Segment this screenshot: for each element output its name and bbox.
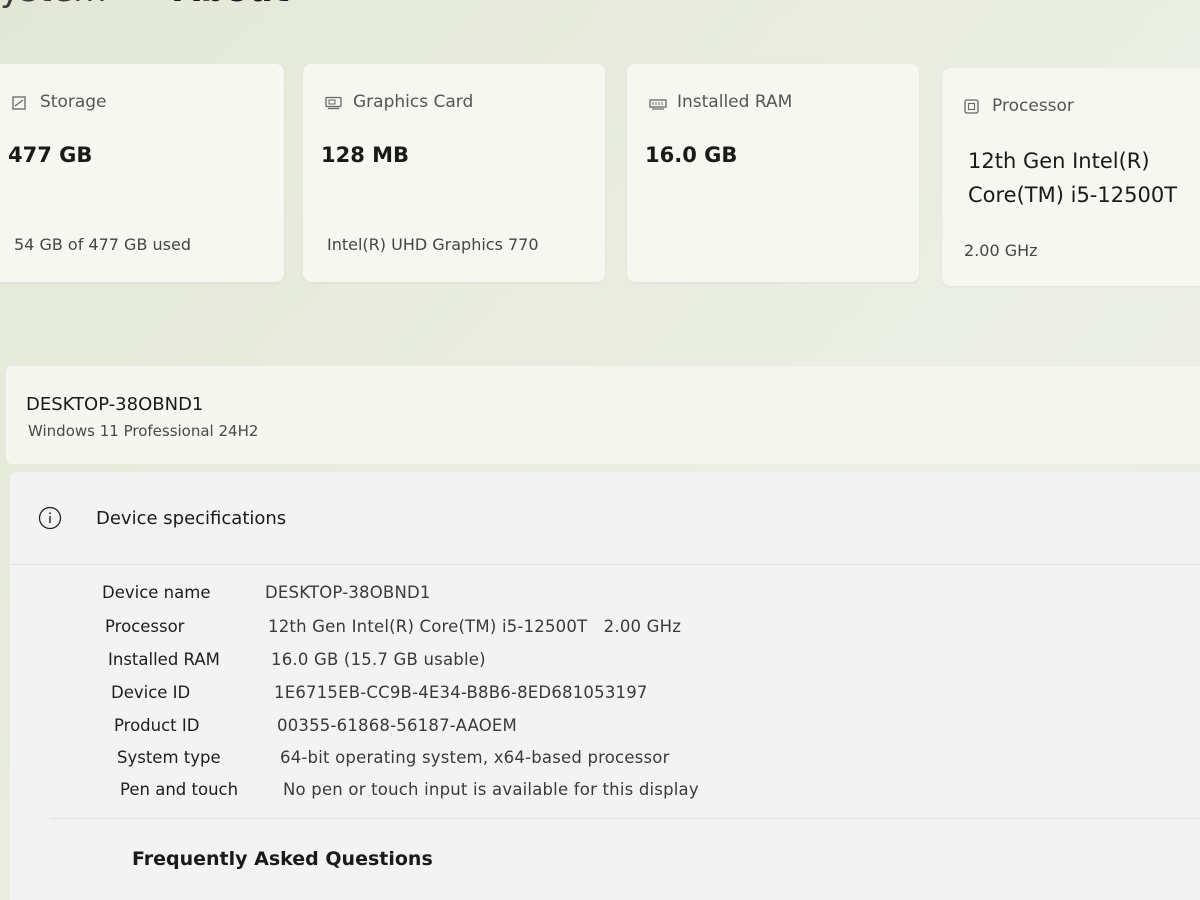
installed-ram-header: Installed RAM [649, 92, 792, 112]
spec-value: 1E6715EB-CC9B-4E34-B8B6-8ED681053197 [274, 683, 648, 702]
breadcrumb-parent[interactable]: ystem [0, 0, 107, 10]
processor-icon [964, 99, 980, 114]
spec-value: 16.0 GB (15.7 GB usable) [271, 650, 486, 669]
page-title: About [174, 0, 290, 10]
storage-card[interactable]: Storage 477 GB 54 GB of 477 GB used [0, 64, 284, 282]
processor-card[interactable]: Processor 12th Gen Intel(R) Core(TM) i5-… [942, 68, 1200, 286]
device-specifications-header[interactable]: Device specifications [10, 472, 1200, 565]
graphics-card-header: Graphics Card [325, 92, 473, 112]
processor-card-sub: 2.00 GHz [964, 241, 1038, 260]
storage-card-label: Storage [40, 92, 107, 112]
processor-card-value-line2: Core(TM) i5-12500T [968, 183, 1178, 207]
graphics-card-label: Graphics Card [353, 92, 474, 112]
spec-label: Pen and touch [120, 780, 239, 799]
spec-label: Installed RAM [108, 650, 220, 669]
spec-value: DESKTOP-38OBND1 [265, 583, 431, 602]
storage-card-header: Storage [12, 92, 107, 112]
spec-value: 12th Gen Intel(R) Core(TM) i5-12500T 2.0… [268, 617, 682, 636]
spec-label: Device name [102, 583, 211, 602]
processor-card-label: Processor [992, 96, 1074, 116]
graphics-card-sub: Intel(R) UHD Graphics 770 [327, 235, 539, 254]
spec-row-device-id: Device ID 1E6715EB-CC9B-4E34-B8B6-8ED681… [111, 683, 648, 702]
info-icon [38, 506, 62, 530]
spec-label: Device ID [111, 683, 191, 702]
spec-row-system-type: System type 64-bit operating system, x64… [117, 748, 670, 767]
processor-card-value: 12th Gen Intel(R) Core(TM) i5-12500T [968, 144, 1200, 212]
chevron-right-icon: › [135, 0, 144, 1]
spec-label: System type [117, 748, 221, 767]
storage-icon [12, 95, 28, 110]
spec-row-installed-ram: Installed RAM 16.0 GB (15.7 GB usable) [108, 650, 486, 669]
spec-value: No pen or touch input is available for t… [283, 780, 699, 799]
installed-ram-label: Installed RAM [677, 92, 793, 112]
faq-heading[interactable]: Frequently Asked Questions [132, 848, 433, 870]
storage-card-value: 477 GB [8, 143, 93, 167]
graphics-card-card[interactable]: Graphics Card 128 MB Intel(R) UHD Graphi… [303, 64, 605, 282]
divider [50, 818, 1200, 819]
spec-row-device-name: Device name DESKTOP-38OBND1 [102, 583, 431, 602]
os-edition: Windows 11 Professional 24H2 [28, 422, 259, 440]
installed-ram-value: 16.0 GB [645, 143, 738, 167]
spec-row-processor: Processor 12th Gen Intel(R) Core(TM) i5-… [105, 617, 681, 636]
processor-card-value-line1: 12th Gen Intel(R) [968, 149, 1150, 173]
graphics-card-icon [325, 95, 342, 110]
breadcrumb: ystem › About [0, 0, 290, 10]
ram-icon [649, 95, 667, 110]
spec-label: Processor [105, 617, 185, 636]
spec-value: 64-bit operating system, x64-based proce… [280, 748, 670, 767]
device-name-box[interactable]: DESKTOP-38OBND1 Windows 11 Professional … [6, 366, 1200, 464]
device-specifications-title: Device specifications [96, 508, 287, 529]
device-name: DESKTOP-38OBND1 [26, 394, 204, 415]
spec-row-product-id: Product ID 00355-61868-56187-AAOEM [114, 716, 517, 735]
device-specifications-panel: Device specifications Device name DESKTO… [10, 472, 1200, 900]
graphics-card-value: 128 MB [321, 143, 410, 167]
spec-label: Product ID [114, 716, 200, 735]
spec-value: 00355-61868-56187-AAOEM [277, 716, 517, 735]
installed-ram-card[interactable]: Installed RAM 16.0 GB [627, 64, 919, 282]
processor-card-header: Processor [964, 96, 1074, 116]
spec-row-pen-and-touch: Pen and touch No pen or touch input is a… [120, 780, 699, 799]
storage-card-sub: 54 GB of 477 GB used [14, 235, 191, 254]
